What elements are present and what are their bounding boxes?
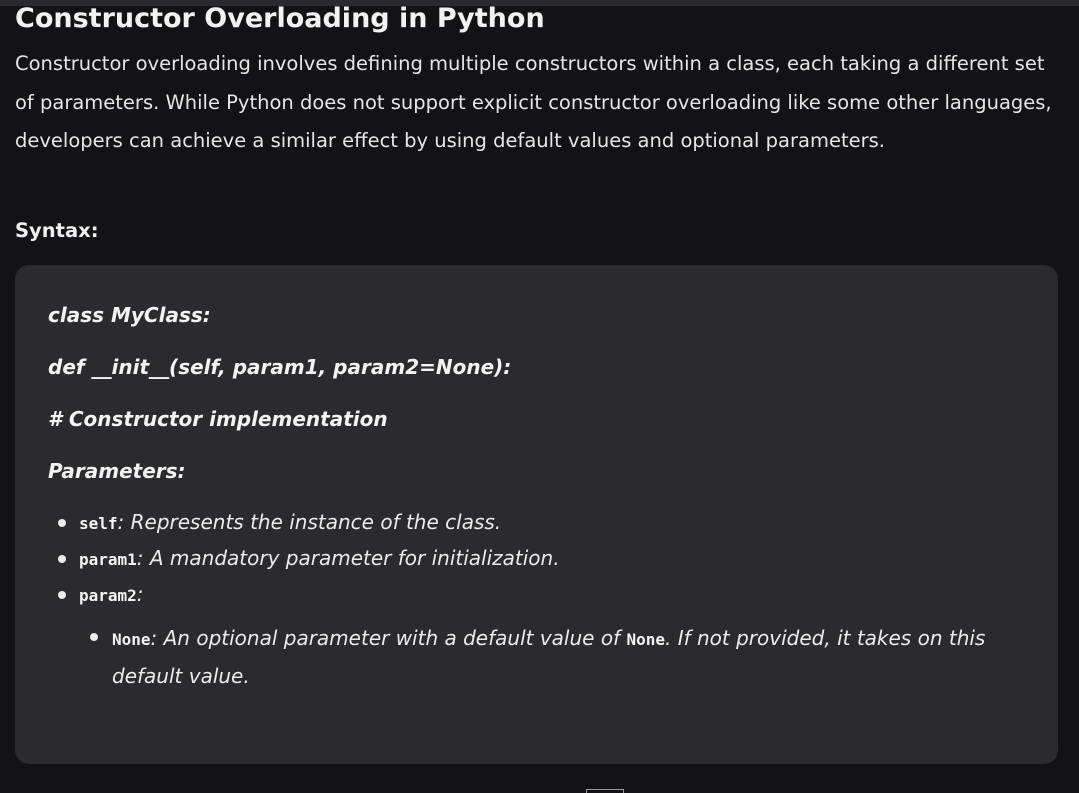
param-name: param2: [79, 586, 137, 605]
intro-paragraph: Constructor overloading involves definin…: [15, 52, 1052, 152]
param-desc: :: [136, 582, 144, 606]
list-item-self: self: Represents the instance of the cla…: [79, 508, 501, 538]
syntax-label: Syntax:: [15, 219, 99, 242]
code-block: class MyClass: def __init__(self, param1…: [15, 265, 1058, 764]
param-desc: : A mandatory parameter for initializati…: [136, 546, 560, 570]
scroll-indicator[interactable]: [586, 789, 624, 793]
bullet-icon: [58, 591, 66, 599]
parameters-heading: Parameters:: [48, 459, 186, 483]
param-name: param1: [79, 550, 137, 569]
code-line-init: def __init__(self, param1, param2=None):: [48, 355, 512, 379]
list-item-param1: param1: A mandatory parameter for initia…: [79, 544, 560, 574]
list-item-param2: param2:: [79, 580, 144, 610]
param-desc: : Represents the instance of the class.: [117, 510, 502, 534]
code-line-class: class MyClass:: [48, 303, 211, 327]
bullet-icon: [58, 519, 66, 527]
code-line-comment: # Constructor implementation: [48, 407, 388, 431]
param-desc: : An optional parameter with a default v…: [150, 626, 627, 650]
bullet-icon: [58, 555, 66, 563]
inline-code: None: [626, 630, 665, 649]
list-item-none: None: An optional parameter with a defau…: [112, 620, 1042, 694]
bullet-icon: [90, 633, 98, 641]
page-title: Constructor Overloading in Python: [15, 3, 545, 34]
param-name: None: [112, 630, 151, 649]
param-name: self: [79, 514, 118, 533]
